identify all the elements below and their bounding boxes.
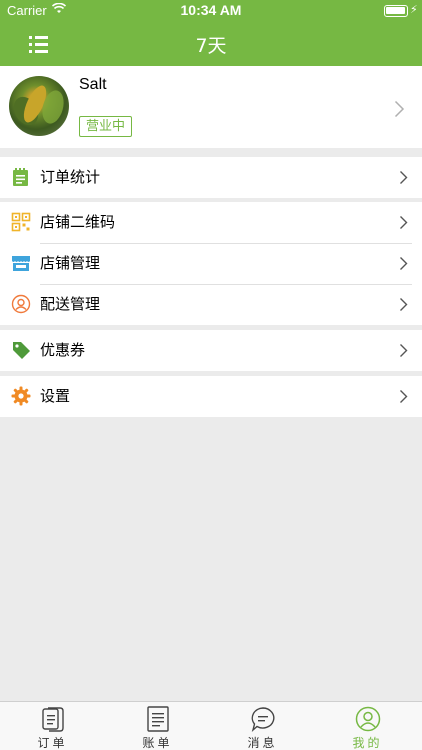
menu-group-stats: 订单统计 [0,157,422,198]
profile-card[interactable]: Salt 营业中 [0,66,422,148]
tab-label: 消息 [247,736,278,750]
bill-icon [145,705,171,733]
order-doc-icon [40,705,66,733]
menu-item-coupons[interactable]: 优惠券 [0,330,422,371]
menu-item-label: 店铺管理 [40,254,101,272]
tab-messages[interactable]: 消息 [210,702,315,750]
storefront-icon [11,253,31,273]
menu-item-label: 订单统计 [40,168,101,186]
menu-item-order-stats[interactable]: 订单统计 [0,157,422,198]
person-circle-icon [355,705,381,733]
menu-item-label: 店铺二维码 [40,213,116,231]
tab-label: 我的 [352,736,383,750]
menu-item-store-qrcode[interactable]: 店铺二维码 [0,202,422,243]
menu-item-label: 配送管理 [40,295,101,313]
store-name: Salt [79,76,107,93]
battery-icon [384,5,408,17]
menu-group-settings: 设置 [0,376,422,417]
avatar [9,76,69,136]
gear-icon [11,386,31,406]
menu-group-coupons: 优惠券 [0,330,422,371]
tab-mine[interactable]: 我的 [315,702,420,750]
menu-item-store-manage[interactable]: 店铺管理 [0,243,422,284]
qrcode-icon [11,212,31,232]
chevron-right-icon [399,389,408,408]
tab-bills[interactable]: 账单 [105,702,210,750]
status-bar: Carrier 10:34 AM ⚡ [0,0,422,22]
status-badge: 营业中 [79,116,133,137]
menu-group-store: 店铺二维码 店铺管理 配送管理 [0,202,422,325]
courier-icon [11,294,31,314]
menu-item-delivery-manage[interactable]: 配送管理 [0,284,422,325]
chevron-right-icon [399,170,408,189]
tab-orders[interactable]: 订单 [0,702,105,750]
tag-icon [11,340,31,360]
chat-bubble-icon [250,705,276,733]
charging-icon: ⚡ [410,3,418,16]
chevron-right-icon [394,100,405,122]
chevron-right-icon [399,297,408,316]
tab-label: 账单 [142,736,173,750]
chevron-right-icon [399,343,408,362]
tab-bar: 订单 账单 消息 我的 [0,701,422,750]
clock: 10:34 AM [180,2,242,18]
menu-item-label: 设置 [40,387,71,405]
notepad-icon [11,167,31,187]
chevron-right-icon [399,215,408,234]
nav-bar: 7天 [0,22,422,66]
chevron-right-icon [399,256,408,275]
menu-item-label: 优惠券 [40,341,86,359]
page-title: 7天 [195,35,227,57]
tab-label: 订单 [37,736,68,750]
menu-item-settings[interactable]: 设置 [0,376,422,417]
